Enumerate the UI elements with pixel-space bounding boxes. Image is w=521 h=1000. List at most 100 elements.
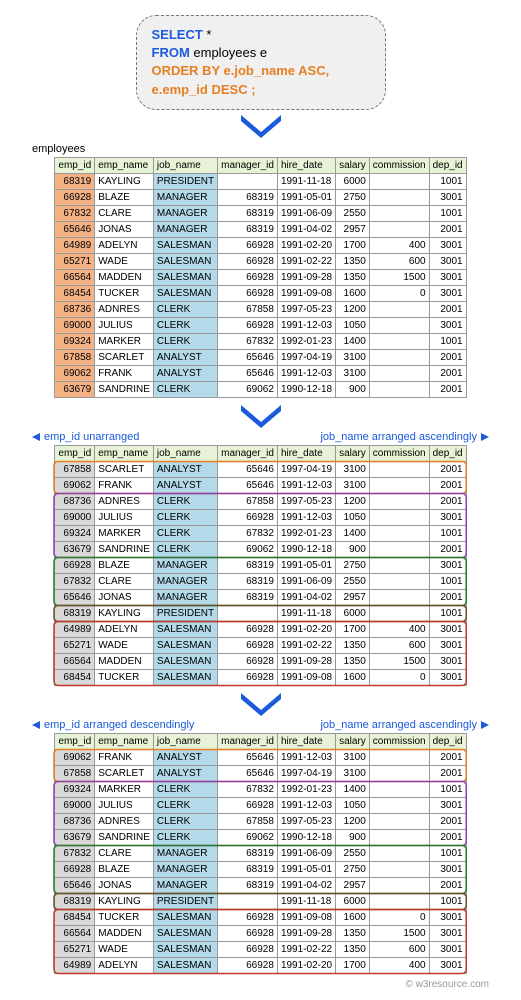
col-hire_date: hire_date	[277, 157, 335, 173]
cell-job-name: MANAGER	[153, 589, 217, 605]
cell-emp-id: 63679	[55, 541, 95, 557]
table-row: 66564MADDENSALESMAN669281991-09-28135015…	[55, 653, 466, 669]
col-commission: commission	[369, 445, 429, 461]
col-emp_id: emp_id	[55, 445, 95, 461]
table-row: 63679SANDRINECLERK690621990-12-189002001	[55, 381, 466, 397]
cell-job-name: CLERK	[153, 509, 217, 525]
cell-emp-id: 69062	[55, 749, 95, 765]
col-job_name: job_name	[153, 157, 217, 173]
arrow-right-icon	[481, 721, 489, 729]
chevron-down-icon	[10, 688, 511, 719]
final-sorted-table: emp_idemp_namejob_namemanager_idhire_dat…	[54, 733, 466, 974]
cell-emp-id: 69000	[55, 317, 95, 333]
footer-credit: © w3resource.com	[10, 979, 489, 990]
col-manager_id: manager_id	[218, 445, 278, 461]
col-job_name: job_name	[153, 733, 217, 749]
sorted-by-job-table: emp_idemp_namejob_namemanager_idhire_dat…	[54, 445, 466, 686]
table-row: 69000JULIUSCLERK669281991-12-0310503001	[55, 509, 466, 525]
col-manager_id: manager_id	[218, 157, 278, 173]
table-row: 68454TUCKERSALESMAN669281991-09-08160003…	[55, 285, 466, 301]
cell-job-name: CLERK	[153, 381, 217, 397]
cell-emp-id: 68319	[55, 605, 95, 621]
col-hire_date: hire_date	[277, 445, 335, 461]
cell-job-name: ANALYST	[153, 477, 217, 493]
cell-emp-id: 69324	[55, 525, 95, 541]
table-row: 69324MARKERCLERK678321992-01-2314001001	[55, 781, 466, 797]
cell-job-name: SALESMAN	[153, 637, 217, 653]
cell-job-name: MANAGER	[153, 845, 217, 861]
col-job_name: job_name	[153, 445, 217, 461]
table-row: 68454TUCKERSALESMAN669281991-09-08160003…	[55, 669, 466, 685]
cell-job-name: CLERK	[153, 493, 217, 509]
table-row: 67858SCARLETANALYST656461997-04-19310020…	[55, 349, 466, 365]
cell-emp-id: 65271	[55, 941, 95, 957]
cell-emp-id: 68736	[55, 301, 95, 317]
cell-emp-id: 69000	[55, 797, 95, 813]
cell-job-name: CLERK	[153, 333, 217, 349]
cell-job-name: SALESMAN	[153, 269, 217, 285]
cell-emp-id: 68319	[55, 893, 95, 909]
cell-emp-id: 66928	[55, 189, 95, 205]
cell-job-name: ANALYST	[153, 349, 217, 365]
cell-emp-id: 66928	[55, 557, 95, 573]
table-row: 66564MADDENSALESMAN669281991-09-28135015…	[55, 269, 466, 285]
cell-emp-id: 67832	[55, 205, 95, 221]
col-emp_name: emp_name	[95, 733, 154, 749]
arrow-right-icon	[481, 433, 489, 441]
cell-job-name: CLERK	[153, 301, 217, 317]
table-row: 67832CLAREMANAGER683191991-06-0925501001	[55, 573, 466, 589]
table-row: 69062FRANKANALYST656461991-12-0331002001	[55, 365, 466, 381]
cell-emp-id: 65271	[55, 637, 95, 653]
table-row: 66928BLAZEMANAGER683191991-05-0127503001	[55, 189, 466, 205]
cell-job-name: SALESMAN	[153, 621, 217, 637]
table-row: 66928BLAZEMANAGER683191991-05-0127503001	[55, 861, 466, 877]
table-row: 68454TUCKERSALESMAN669281991-09-08160003…	[55, 909, 466, 925]
table-row: 64989ADELYNSALESMAN669281991-02-20170040…	[55, 621, 466, 637]
cell-emp-id: 69324	[55, 333, 95, 349]
table-row: 67858SCARLETANALYST656461997-04-19310020…	[55, 765, 466, 781]
col-salary: salary	[336, 157, 370, 173]
cell-emp-id: 66928	[55, 861, 95, 877]
cell-emp-id: 68454	[55, 285, 95, 301]
cell-job-name: PRESIDENT	[153, 173, 217, 189]
cell-job-name: MANAGER	[153, 877, 217, 893]
cell-emp-id: 68454	[55, 669, 95, 685]
cell-job-name: ANALYST	[153, 749, 217, 765]
table-row: 69062FRANKANALYST656461991-12-0331002001	[55, 477, 466, 493]
col-dep_id: dep_id	[429, 733, 466, 749]
cell-job-name: MANAGER	[153, 557, 217, 573]
table-row: 65271WADESALESMAN669281991-02-2213506003…	[55, 637, 466, 653]
cell-emp-id: 67858	[55, 349, 95, 365]
cell-job-name: CLERK	[153, 829, 217, 845]
table-row: 65271WADESALESMAN669281991-02-2213506003…	[55, 941, 466, 957]
table-row: 68319KAYLINGPRESIDENT1991-11-1860001001	[55, 893, 466, 909]
cell-emp-id: 65646	[55, 221, 95, 237]
cell-job-name: SALESMAN	[153, 957, 217, 973]
cell-emp-id: 65271	[55, 253, 95, 269]
cell-emp-id: 66564	[55, 653, 95, 669]
cell-emp-id: 64989	[55, 237, 95, 253]
table-row: 64989ADELYNSALESMAN669281991-02-20170040…	[55, 957, 466, 973]
cell-job-name: CLERK	[153, 525, 217, 541]
annotation-row-2: emp_id arranged descendingly job_name ar…	[32, 719, 489, 731]
table-row: 66928BLAZEMANAGER683191991-05-0127503001	[55, 557, 466, 573]
cell-job-name: MANAGER	[153, 861, 217, 877]
col-hire_date: hire_date	[277, 733, 335, 749]
cell-job-name: CLERK	[153, 797, 217, 813]
cell-emp-id: 68736	[55, 813, 95, 829]
table-row: 67858SCARLETANALYST656461997-04-19310020…	[55, 461, 466, 477]
cell-job-name: PRESIDENT	[153, 893, 217, 909]
cell-emp-id: 67832	[55, 573, 95, 589]
cell-job-name: SALESMAN	[153, 285, 217, 301]
cell-job-name: CLERK	[153, 781, 217, 797]
table-row: 65271WADESALESMAN669281991-02-2213506003…	[55, 253, 466, 269]
table-row: 67832CLAREMANAGER683191991-06-0925501001	[55, 845, 466, 861]
cell-emp-id: 67858	[55, 765, 95, 781]
col-dep_id: dep_id	[429, 157, 466, 173]
table-row: 66564MADDENSALESMAN669281991-09-28135015…	[55, 925, 466, 941]
cell-job-name: PRESIDENT	[153, 605, 217, 621]
cell-job-name: CLERK	[153, 541, 217, 557]
table-row: 69000JULIUSCLERK669281991-12-0310503001	[55, 317, 466, 333]
chevron-down-icon	[10, 400, 511, 431]
col-salary: salary	[336, 733, 370, 749]
